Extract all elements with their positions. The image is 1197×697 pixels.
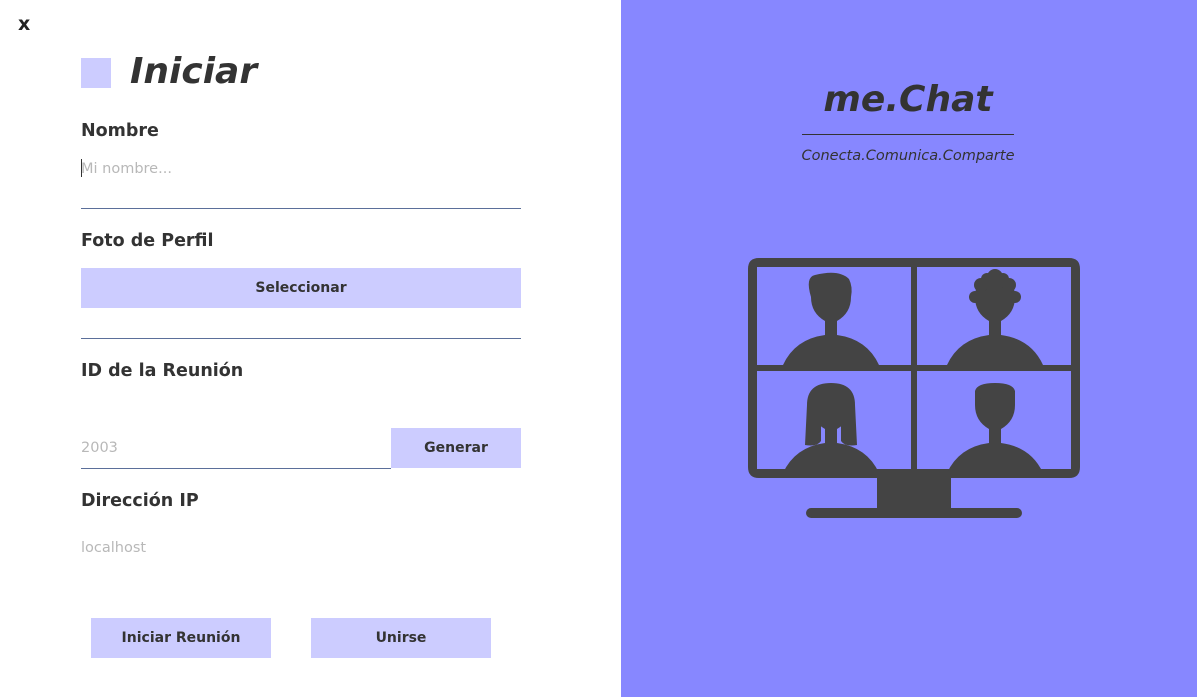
page-title: Iniciar	[130, 51, 258, 92]
photo-underline	[81, 338, 521, 339]
start-meeting-button[interactable]: Iniciar Reunión	[91, 618, 271, 658]
close-button[interactable]: x	[18, 12, 36, 36]
meeting-id-underline	[81, 468, 391, 469]
brand-divider	[802, 134, 1014, 135]
brand-name: me.Chat	[823, 79, 993, 120]
select-photo-button[interactable]: Seleccionar	[81, 268, 521, 308]
generate-button[interactable]: Generar	[391, 428, 521, 468]
name-label: Nombre	[81, 121, 159, 141]
title-accent-square	[81, 58, 111, 88]
name-underline	[81, 208, 521, 209]
brand-tagline: Conecta.Comunica.Comparte	[801, 148, 1015, 164]
meeting-id-input[interactable]	[81, 436, 381, 460]
meeting-id-label: ID de la Reunión	[81, 361, 244, 381]
photo-label: Foto de Perfil	[81, 231, 214, 251]
join-button[interactable]: Unirse	[311, 618, 491, 658]
ip-label: Dirección IP	[81, 491, 199, 511]
login-panel	[0, 0, 621, 697]
text-caret	[81, 159, 82, 177]
ip-input[interactable]	[81, 536, 521, 560]
video-call-monitor-icon	[748, 258, 1080, 518]
name-input[interactable]	[81, 157, 521, 181]
